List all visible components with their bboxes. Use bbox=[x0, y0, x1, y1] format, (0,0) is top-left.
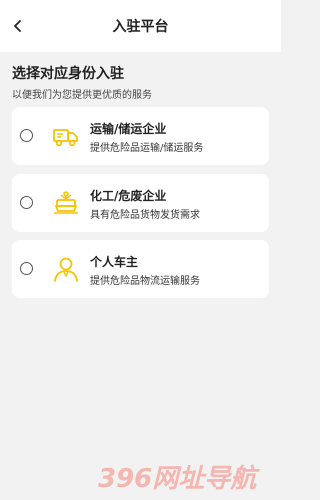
option-card-transport[interactable]: 运输/储运企业 提供危险品运输/储运服务 bbox=[12, 107, 269, 165]
option-title: 化工/危废企业 bbox=[90, 189, 167, 203]
person-icon bbox=[54, 257, 78, 282]
option-description: 提供危险品物流运输服务 bbox=[90, 276, 200, 287]
radio-button[interactable] bbox=[20, 262, 33, 275]
option-card-chemical[interactable]: 化工/危废企业 具有危险品货物发货需求 bbox=[12, 174, 269, 232]
option-card-individual[interactable]: 个人车主 提供危险品物流运输服务 bbox=[12, 240, 269, 298]
nav-bar: 入驻平台 bbox=[0, 0, 281, 52]
radio-button[interactable] bbox=[20, 129, 33, 142]
section-subheading: 以便我们为您提供更优质的服务 bbox=[12, 90, 152, 101]
radio-button[interactable] bbox=[20, 196, 33, 209]
option-description: 提供危险品运输/储运服务 bbox=[90, 143, 204, 154]
option-description: 具有危险品货物发货需求 bbox=[90, 210, 200, 221]
page-title: 入驻平台 bbox=[112, 19, 169, 35]
back-button[interactable] bbox=[6, 14, 30, 38]
chevron-left-icon bbox=[14, 20, 21, 32]
option-title: 个人车主 bbox=[90, 255, 139, 269]
watermark: 396网址导航 bbox=[98, 464, 257, 492]
truck-icon bbox=[53, 129, 78, 147]
option-title: 运输/储运企业 bbox=[90, 122, 167, 136]
factory-icon bbox=[54, 191, 78, 214]
section-heading: 选择对应身份入驻 bbox=[12, 66, 124, 82]
